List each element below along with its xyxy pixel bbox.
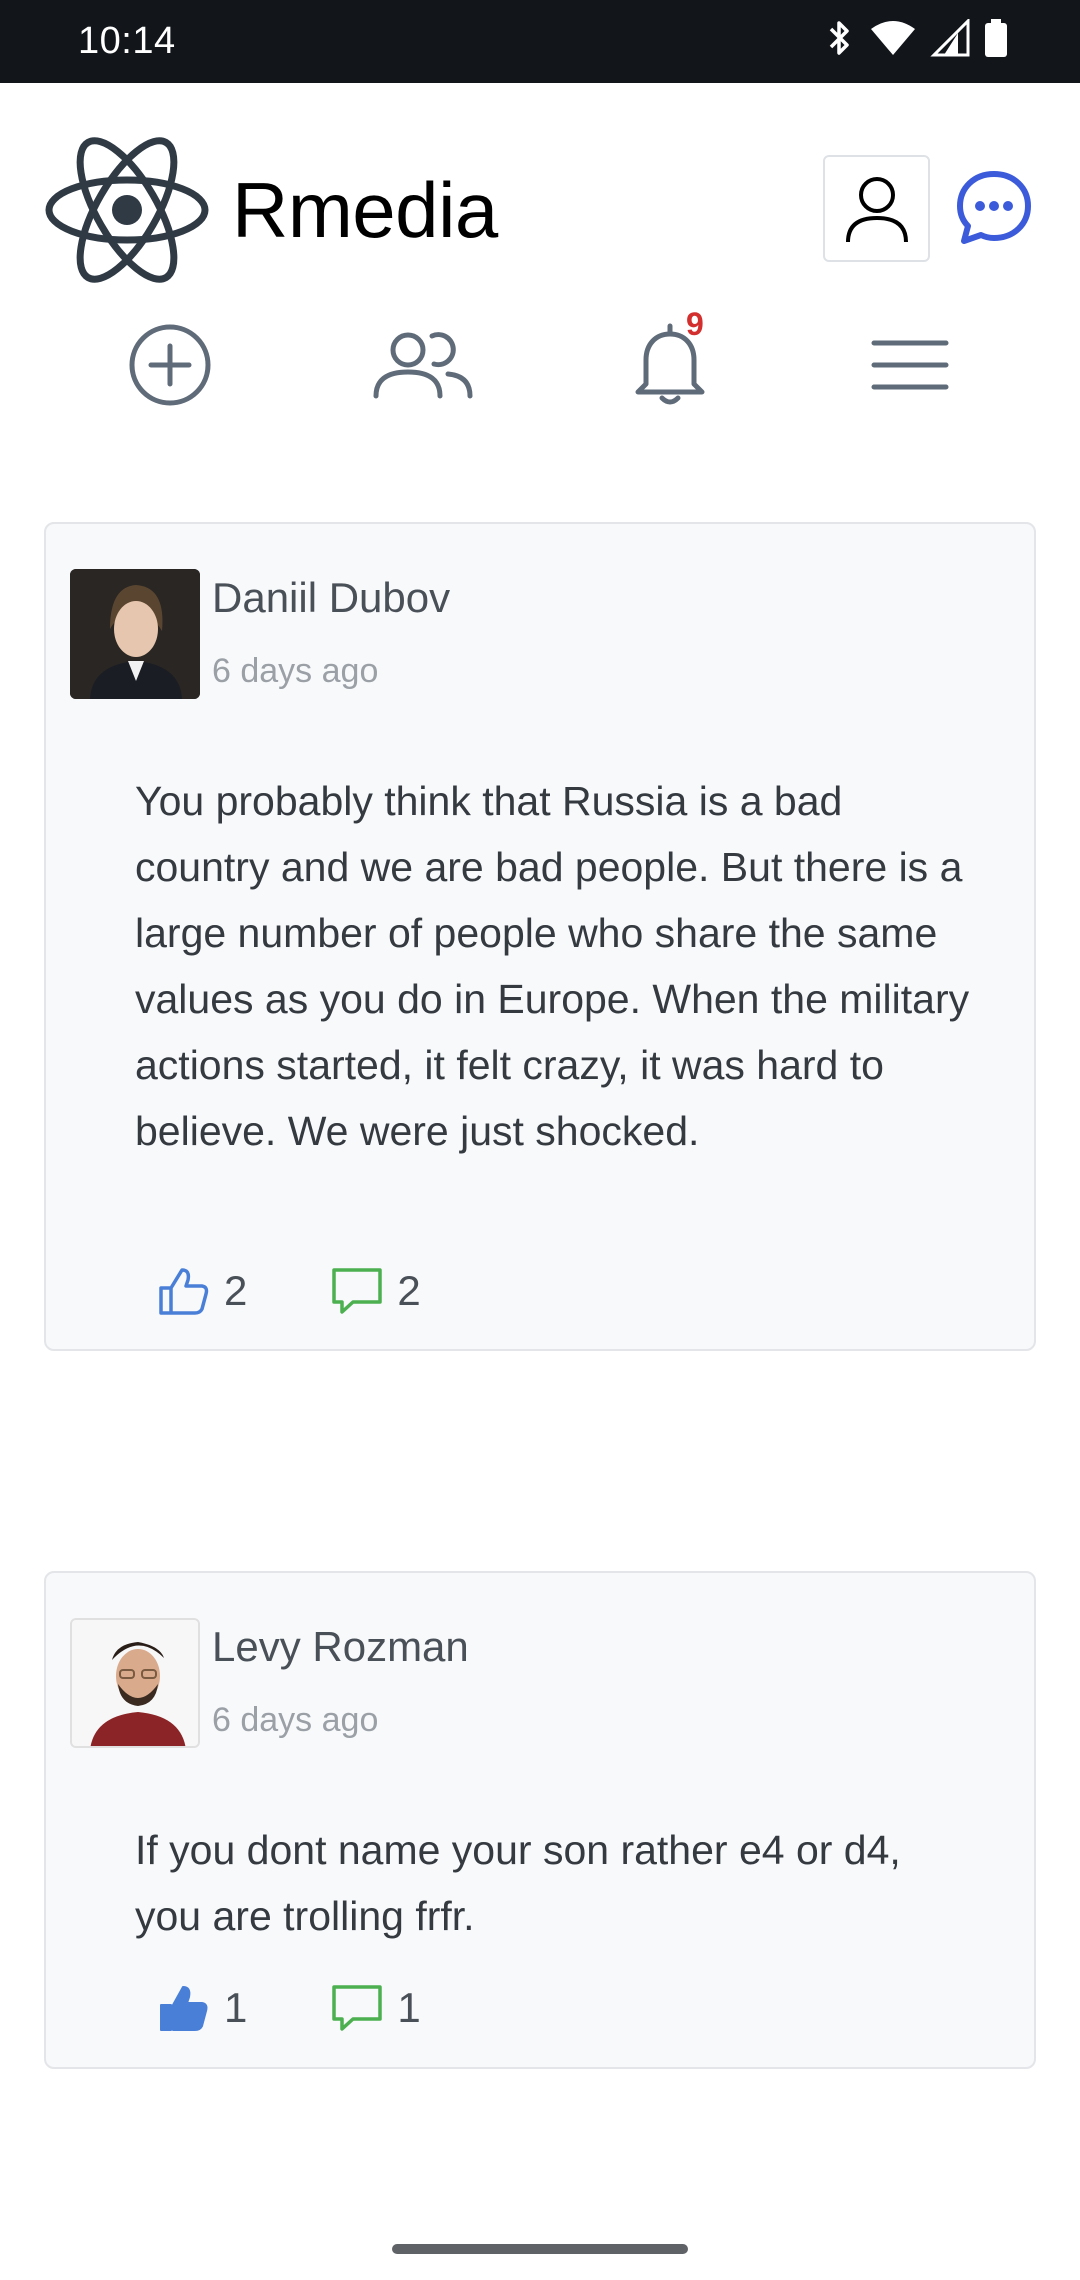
nav-notifications[interactable]: 9 (620, 306, 720, 420)
author-photo (72, 1620, 198, 1746)
post-author[interactable]: Levy Rozman (212, 1623, 469, 1671)
hamburger-menu-icon (871, 340, 949, 390)
comment-button[interactable]: 1 (331, 1983, 421, 2033)
nav-menu[interactable] (860, 310, 960, 420)
post-body: If you dont name your son rather e4 or d… (135, 1827, 901, 1939)
plus-circle-icon (129, 324, 211, 406)
post-author[interactable]: Daniil Dubov (212, 574, 450, 622)
post-body: You probably think that Russia is a bad … (135, 778, 970, 1154)
comment-icon (332, 1985, 383, 2031)
post-card: Daniil Dubov 6 days ago You probably thi… (44, 522, 1036, 1351)
status-time: 10:14 (78, 20, 176, 62)
brand[interactable]: Rmedia (44, 136, 498, 284)
bluetooth-icon (829, 21, 849, 55)
chat-bubble-icon[interactable] (954, 168, 1034, 248)
react-atom-logo-icon (45, 137, 209, 283)
like-button[interactable]: 1 (158, 1983, 247, 2033)
signal-icon (930, 19, 970, 57)
nav-friends[interactable] (370, 310, 476, 420)
thumbs-up-filled-icon (160, 1986, 208, 2031)
thumbs-up-icon (159, 1268, 209, 1315)
notification-badge: 9 (686, 306, 704, 342)
status-bar: 10:14 (0, 0, 1080, 83)
like-button[interactable]: 2 (158, 1266, 247, 1316)
like-count: 2 (224, 1267, 248, 1314)
post-card: Levy Rozman 6 days ago If you dont name … (44, 1571, 1036, 2069)
comment-button[interactable]: 2 (331, 1266, 421, 1316)
profile-button[interactable] (823, 155, 930, 262)
user-icon (845, 176, 908, 242)
nav-bar: 9 (0, 306, 1080, 420)
like-count: 1 (224, 1984, 248, 2031)
nav-create-post[interactable] (120, 310, 220, 420)
users-icon (373, 332, 473, 399)
battery-icon (985, 19, 1007, 57)
avatar[interactable] (70, 1618, 200, 1748)
wifi-icon (871, 21, 915, 55)
app-name: Rmedia (232, 165, 498, 254)
avatar[interactable] (70, 569, 200, 699)
comment-icon (332, 1268, 383, 1314)
comment-count: 1 (397, 1984, 421, 2031)
post-time: 6 days ago (212, 652, 379, 690)
home-indicator[interactable] (392, 2244, 688, 2254)
comment-count: 2 (397, 1267, 421, 1314)
post-time: 6 days ago (212, 1701, 379, 1739)
author-photo (70, 569, 200, 699)
